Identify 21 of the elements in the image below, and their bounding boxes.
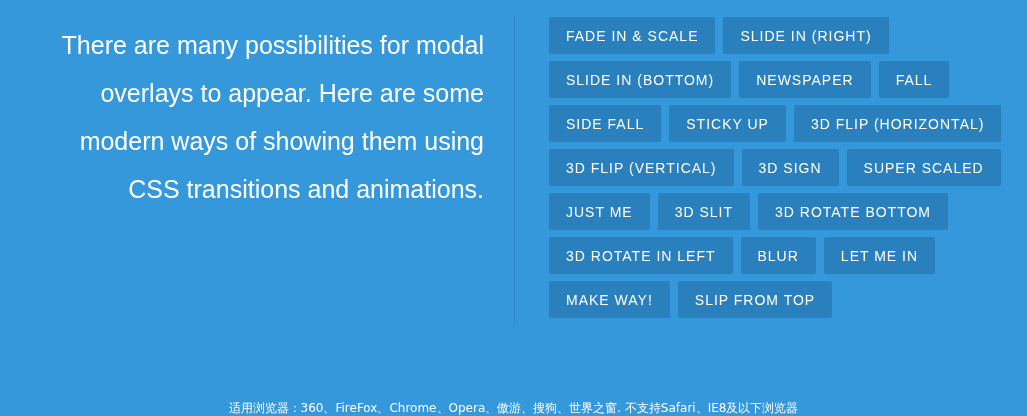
effect-button[interactable]: NEWSPAPER: [739, 61, 871, 98]
effect-button[interactable]: SLIP FROM TOP: [677, 281, 833, 318]
effect-button[interactable]: 3D SLIT: [657, 193, 750, 230]
effect-button[interactable]: 3D SIGN: [741, 149, 839, 186]
effect-button[interactable]: SLIDE IN (BOTTOM): [549, 61, 732, 98]
effect-button[interactable]: LET ME IN: [823, 237, 936, 274]
effect-button[interactable]: SLIDE IN (RIGHT): [723, 17, 889, 54]
effect-button[interactable]: 3D ROTATE IN LEFT: [549, 237, 733, 274]
browser-support-note: 适用浏览器：360、FireFox、Chrome、Opera、傲游、搜狗、世界之窗. 不支持Safari、IE8及以下浏览器: [227, 401, 800, 415]
effect-button[interactable]: 3D FLIP (HORIZONTAL): [793, 105, 1002, 142]
effect-button[interactable]: 3D ROTATE BOTTOM: [758, 193, 948, 230]
effect-button[interactable]: 3D FLIP (VERTICAL): [549, 149, 734, 186]
effect-button[interactable]: FADE IN & SCALE: [549, 17, 716, 54]
effect-button[interactable]: STICKY UP: [669, 105, 786, 142]
effect-button[interactable]: BLUR: [740, 237, 816, 274]
effect-button[interactable]: JUST ME: [549, 193, 650, 230]
effect-button[interactable]: SIDE FALL: [549, 105, 662, 142]
effect-button[interactable]: MAKE WAY!: [549, 281, 670, 318]
effect-button[interactable]: FALL: [878, 61, 950, 98]
intro-text: There are many possibilities for modal overlays to appear. Here are some modern ways of showing them using CSS transitions and animations.: [60, 30, 484, 205]
effect-button[interactable]: SUPER SCALED: [846, 149, 1001, 186]
